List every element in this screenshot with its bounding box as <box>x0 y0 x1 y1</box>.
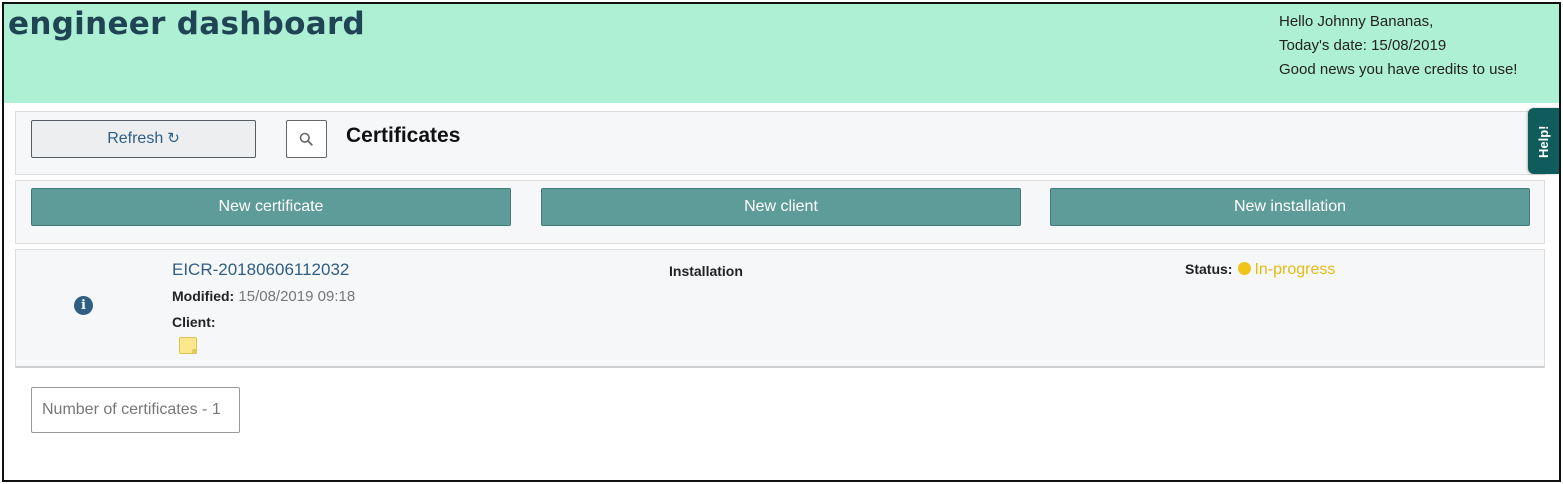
note-icon[interactable] <box>179 337 197 354</box>
certificate-id-link[interactable]: EICR-20180606112032 <box>172 260 349 280</box>
modified-line: Modified: 15/08/2019 09:18 <box>172 288 355 305</box>
modified-label: Modified: <box>172 288 235 304</box>
certificate-row: i EICR-20180606112032 Modified: 15/08/20… <box>15 249 1545 368</box>
new-installation-button[interactable]: New installation <box>1050 188 1530 226</box>
help-tab[interactable]: Help! <box>1528 108 1559 174</box>
greeting-name: Hello Johnny Bananas, <box>1279 13 1434 30</box>
search-button[interactable] <box>286 120 327 158</box>
status-dot-icon <box>1238 262 1252 275</box>
help-label: Help! <box>1536 125 1551 159</box>
actions-bar: New certificate New client New installat… <box>15 180 1545 244</box>
search-icon <box>299 132 313 146</box>
page-title: Certificates <box>346 124 461 147</box>
certificates-toolbar: Refresh ↻ Certificates <box>15 111 1545 175</box>
refresh-label: Refresh <box>107 130 164 147</box>
info-icon[interactable]: i <box>74 296 93 315</box>
greeting-block: Hello Johnny Bananas, Today's date: 15/0… <box>1279 10 1517 82</box>
certificate-count: Number of certificates - 1 <box>31 387 240 433</box>
new-client-button[interactable]: New client <box>541 188 1021 226</box>
app-header: engineer dashboard Hello Johnny Bananas,… <box>4 4 1559 103</box>
installation-label-text: Installation <box>669 263 743 279</box>
greeting-credits: Good news you have credits to use! <box>1279 61 1518 78</box>
installation-label: Installation <box>669 263 743 281</box>
app-frame: engineer dashboard Hello Johnny Bananas,… <box>2 2 1561 482</box>
client-line: Client: <box>172 314 216 332</box>
new-certificate-button[interactable]: New certificate <box>31 188 511 226</box>
modified-value: 15/08/2019 09:18 <box>238 288 356 305</box>
refresh-icon: ↻ <box>167 130 180 147</box>
status-value: In-progress <box>1254 261 1336 278</box>
client-label: Client: <box>172 314 216 330</box>
status-label: Status: <box>1185 261 1233 277</box>
status-line: Status: In-progress <box>1185 261 1335 279</box>
greeting-date: Today's date: 15/08/2019 <box>1279 37 1447 54</box>
refresh-button[interactable]: Refresh ↻ <box>31 120 256 158</box>
brand-title: engineer dashboard <box>8 6 366 42</box>
